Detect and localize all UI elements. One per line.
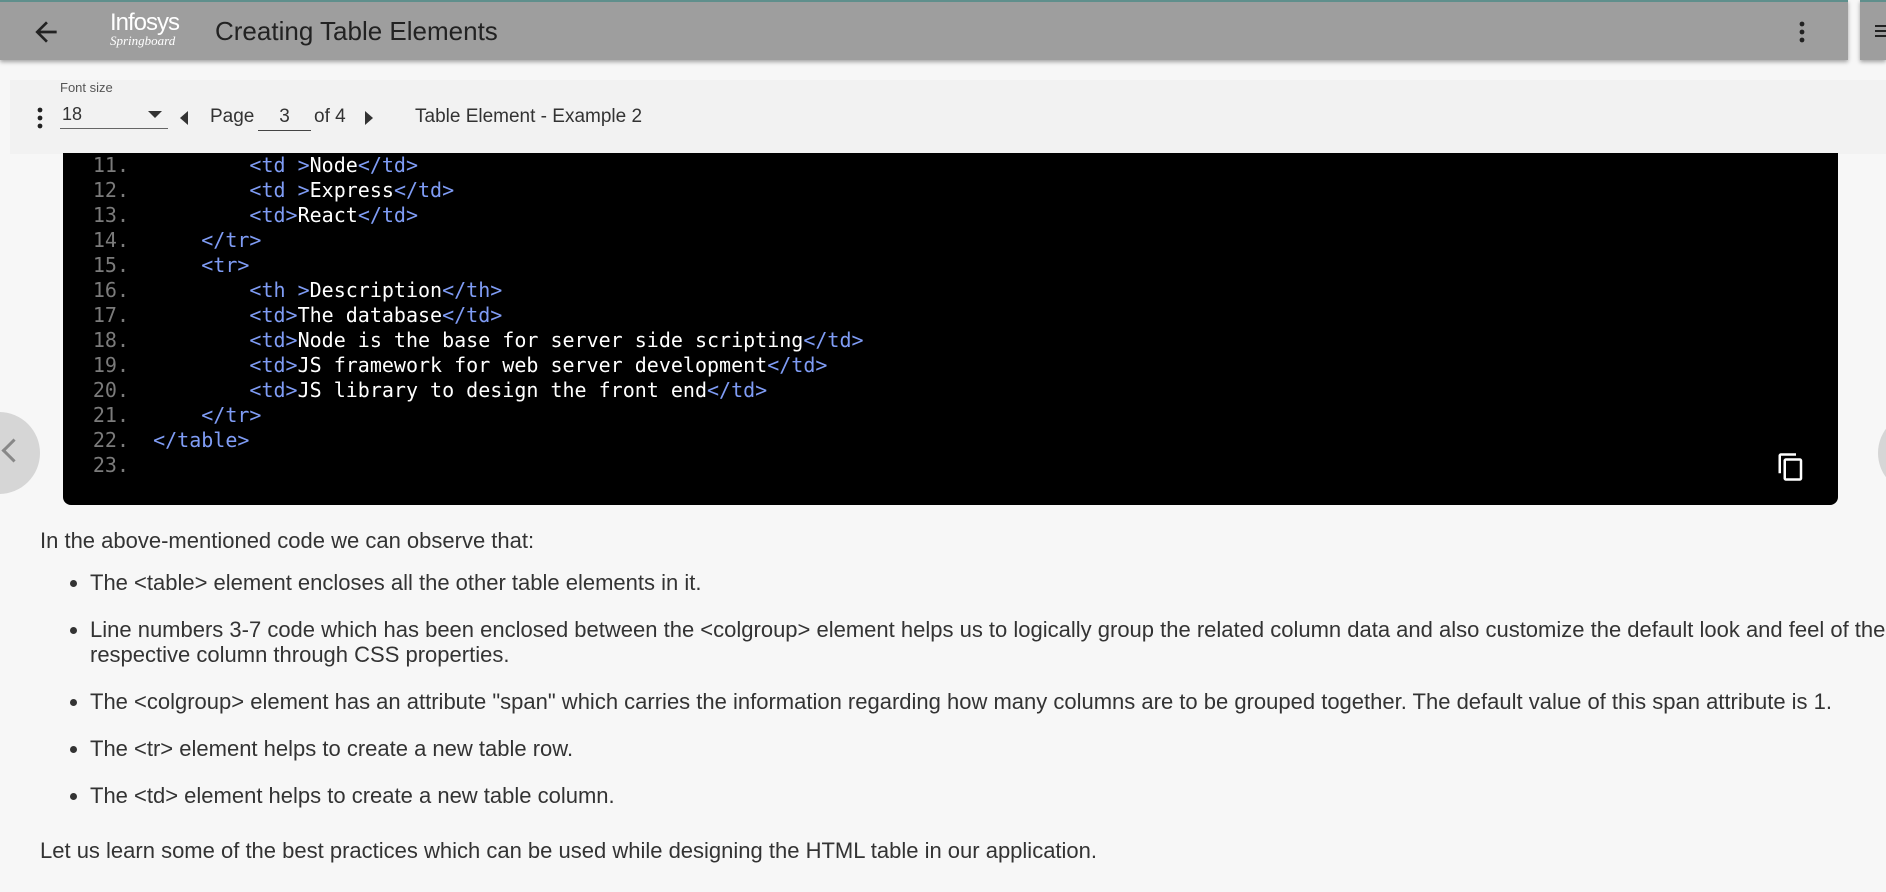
code-line: 23. [63, 453, 153, 478]
line-number: 23. [92, 453, 129, 477]
code-tag: </tr> [201, 403, 262, 427]
code-tag: <th > [249, 278, 310, 302]
font-size-value: 18 [62, 104, 83, 124]
line-number: 19. [92, 353, 129, 377]
line-number: 15. [92, 253, 129, 277]
copy-icon[interactable] [1776, 451, 1806, 483]
line-number: 21. [92, 403, 129, 427]
line-number: 18. [92, 328, 129, 352]
code-content: React [297, 203, 358, 227]
menu-icon[interactable] [1875, 25, 1886, 37]
code-line: 15. <tr> [63, 253, 250, 278]
outro-paragraph: Let us learn some of the best practices … [40, 838, 1098, 863]
code-tag: </td> [707, 378, 768, 402]
code-content: The database [297, 303, 443, 327]
code-text: <tr> [129, 253, 249, 277]
code-text: <td>JS framework for web server developm… [129, 353, 827, 377]
toolbar-more-icon[interactable] [32, 104, 48, 132]
code-line: 16. <th >Description</th> [63, 278, 502, 303]
code-tag: </tr> [201, 228, 262, 252]
code-content: Description [309, 278, 443, 302]
code-tag: </th> [442, 278, 503, 302]
line-number: 20. [92, 378, 129, 402]
code-text: <td >Express</td> [129, 178, 454, 202]
code-text: <td>Node is the base for server side scr… [129, 328, 864, 352]
back-arrow-icon[interactable] [30, 16, 62, 48]
code-content: JS library to design the front end [297, 378, 707, 402]
code-text: </tr> [129, 403, 261, 427]
code-tag: </td> [803, 328, 864, 352]
more-options-icon[interactable] [1790, 18, 1814, 46]
code-tag: <td> [249, 328, 298, 352]
bullet-list: The <table> element encloses all the oth… [40, 570, 1886, 830]
code-tag: <td> [249, 203, 298, 227]
code-content: JS framework for web server development [297, 353, 768, 377]
next-page-icon[interactable] [365, 111, 373, 125]
reader-toolbar: Font size 18 Page of 4 Table Element - E… [10, 80, 1886, 154]
code-tag: </td> [357, 203, 419, 227]
line-number: 12. [92, 178, 129, 202]
code-tag: <td > [249, 178, 310, 202]
page-total: of 4 [314, 106, 346, 127]
previous-page-icon[interactable] [180, 111, 188, 125]
code-tag: </td> [442, 303, 503, 327]
code-text: <td>The database</td> [129, 303, 502, 327]
code-tag: <td> [249, 353, 298, 377]
list-item: Line numbers 3-7 code which has been enc… [90, 617, 1886, 667]
code-line: 20. <td>JS library to design the front e… [63, 378, 767, 403]
code-content: Node is the base for server side scripti… [297, 328, 804, 352]
list-item: The <td> element helps to create a new t… [90, 783, 1886, 808]
list-item: The <tr> element helps to create a new t… [90, 736, 1886, 761]
code-line: 13. <td>React</td> [63, 203, 418, 228]
code-text: <td>JS library to design the front end</… [129, 378, 767, 402]
code-tag: </td> [357, 153, 419, 177]
dropdown-caret-icon [148, 111, 162, 118]
code-tag: <td> [249, 303, 298, 327]
page-label: Page [210, 106, 255, 127]
font-size-label: Font size [60, 80, 113, 95]
code-tag: </td> [767, 353, 828, 377]
code-line: 12. <td >Express</td> [63, 178, 454, 203]
font-size-select[interactable]: 18 [60, 102, 168, 129]
page-title: Creating Table Elements [215, 16, 498, 46]
code-tag: </td> [393, 178, 455, 202]
code-tag: <tr> [201, 253, 250, 277]
list-item: The <table> element encloses all the oth… [90, 570, 1886, 595]
previous-section-button[interactable] [0, 412, 40, 494]
code-line: 14. </tr> [63, 228, 262, 253]
line-number: 13. [92, 203, 129, 227]
page-number-input[interactable] [258, 104, 311, 131]
code-line: 18. <td>Node is the base for server side… [63, 328, 864, 353]
chevron-left-icon [1, 438, 26, 463]
code-tag: </table> [153, 428, 250, 452]
list-item: The <colgroup> element has an attribute … [90, 689, 1886, 714]
code-text: <td >Node</td> [129, 153, 418, 177]
code-block: 11. <td >Node</td> 12. <td >Express</td> 1… [63, 153, 1838, 505]
line-number: 16. [92, 278, 129, 302]
line-number: 22. [92, 428, 129, 452]
code-content: Node [309, 153, 358, 177]
line-number: 17. [92, 303, 129, 327]
code-line: 11. <td >Node</td> [63, 153, 418, 178]
code-line: 19. <td>JS framework for web server deve… [63, 353, 828, 378]
code-text: <th >Description</th> [129, 278, 502, 302]
infosys-springboard-logo[interactable]: Infosys Springboard [110, 11, 180, 51]
side-panel-toggle[interactable] [1860, 0, 1886, 60]
code-text: </tr> [129, 228, 261, 252]
code-line: 21. </tr> [63, 403, 262, 428]
line-number: 11. [92, 153, 129, 177]
code-text: </table> [129, 428, 249, 452]
code-tag: <td > [249, 153, 310, 177]
next-section-button[interactable] [1878, 412, 1886, 494]
code-line: 17. <td>The database</td> [63, 303, 502, 328]
code-content: Express [309, 178, 394, 202]
code-text: <td>React</td> [129, 203, 418, 227]
intro-paragraph: In the above-mentioned code we can obser… [40, 528, 535, 553]
code-line: 22. </table> [63, 428, 250, 453]
code-tag: <td> [249, 378, 298, 402]
app-bar: Infosys Springboard Creating Table Eleme… [0, 0, 1848, 60]
section-title: Table Element - Example 2 [415, 106, 643, 127]
line-number: 14. [92, 228, 129, 252]
